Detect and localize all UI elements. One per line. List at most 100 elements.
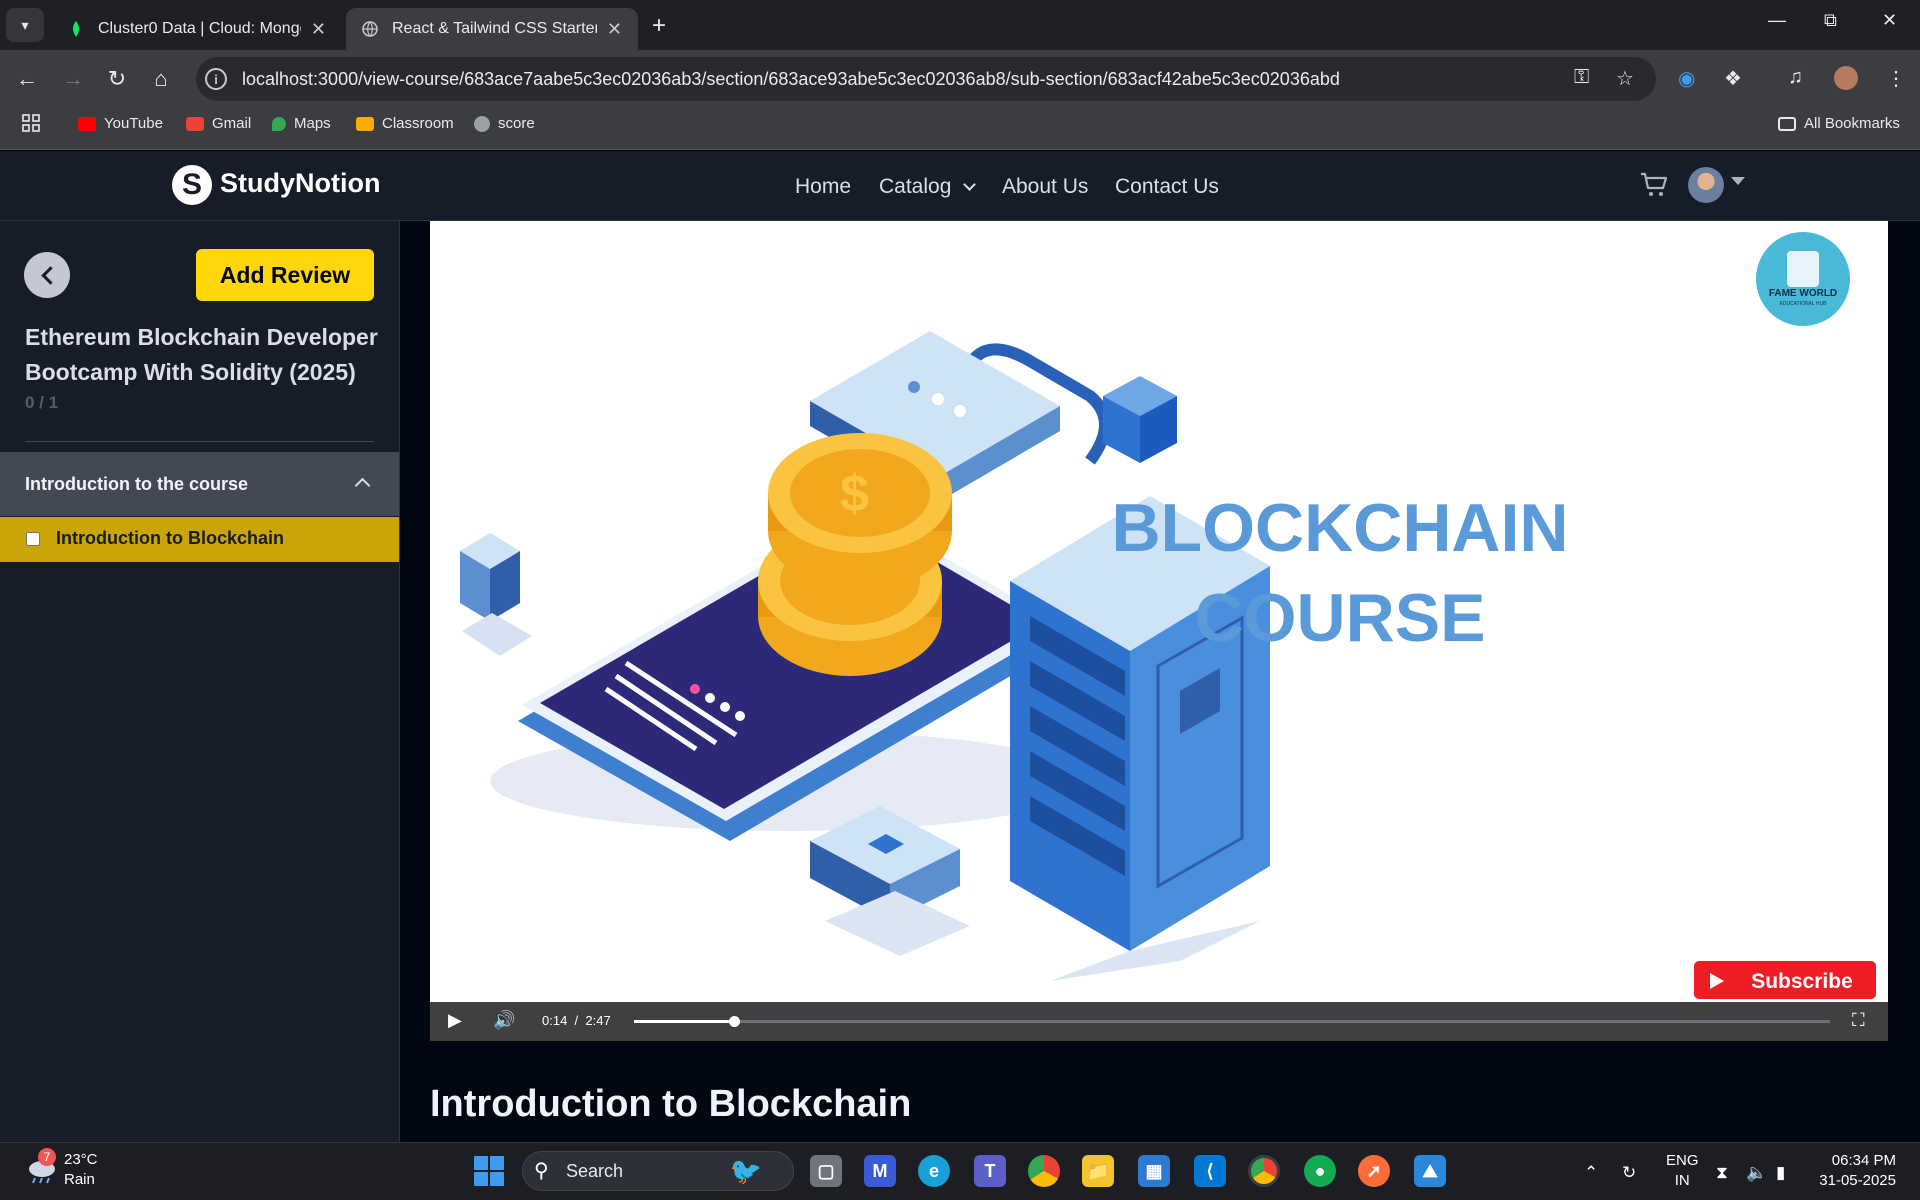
search-icon: ⚲ (534, 1160, 549, 1182)
new-tab-plus-icon[interactable]: + (652, 12, 666, 40)
url-text[interactable]: localhost:3000/view-course/683ace7aabe5c… (242, 69, 1340, 90)
bookmark-gmail[interactable]: Gmail (186, 115, 251, 132)
course-title: Ethereum Blockchain Developer Bootcamp W… (25, 324, 378, 385)
gmail-icon (186, 116, 204, 131)
task-view-icon[interactable]: ▢ (810, 1155, 842, 1187)
language-code: ENG (1666, 1152, 1699, 1169)
play-icon[interactable]: ▶ (448, 1010, 462, 1031)
lecture-title: Introduction to Blockchain (56, 528, 284, 548)
bookmark-score[interactable]: score (474, 115, 535, 132)
apps-grid-icon[interactable] (22, 114, 40, 132)
caret-down-icon[interactable] (1731, 177, 1745, 185)
fullscreen-icon[interactable]: ⛶ (1852, 1010, 1865, 1031)
page-scrollbar[interactable] (1888, 221, 1920, 1142)
bookmark-youtube[interactable]: YouTube (78, 115, 163, 132)
bookmark-star-icon[interactable]: ☆ (1616, 66, 1634, 91)
bookmark-classroom[interactable]: Classroom (356, 115, 454, 132)
add-review-button[interactable]: Add Review (196, 249, 374, 301)
tab-search-button[interactable]: ▾ (6, 8, 44, 42)
extension-shield-icon[interactable]: ◉ (1678, 66, 1695, 91)
chevron-down-icon (963, 178, 977, 191)
bookmark-maps[interactable]: Maps (272, 115, 331, 132)
mongodb-compass-icon[interactable]: ● (1304, 1155, 1336, 1187)
browser-tab-active[interactable]: React & Tailwind CSS Starter Pack ✕ (346, 8, 638, 50)
nav-catalog-label: Catalog (879, 175, 952, 198)
mongodb-leaf-icon (68, 21, 84, 37)
bookmark-label: YouTube (104, 115, 163, 132)
logo-text[interactable]: StudyNotion (220, 168, 380, 199)
minimize-icon[interactable]: — (1768, 10, 1786, 31)
speaker-icon[interactable]: 🔈 (1746, 1163, 1767, 1183)
microsoft-store-icon[interactable]: ▦ (1138, 1155, 1170, 1187)
teams-icon[interactable]: T (974, 1155, 1006, 1187)
sidebar-divider (25, 441, 374, 442)
bookmark-label: Gmail (212, 115, 252, 132)
forward-arrow-icon[interactable]: → (58, 66, 88, 92)
reload-icon[interactable]: ↻ (102, 66, 132, 92)
close-window-icon[interactable]: ✕ (1882, 10, 1897, 31)
photos-icon[interactable]: ⛰ (1414, 1155, 1446, 1187)
restore-icon[interactable]: ⧉ (1824, 10, 1837, 31)
seek-bar[interactable] (634, 1020, 1830, 1023)
chrome-active-icon[interactable] (1248, 1155, 1280, 1187)
chevron-up-tray-icon[interactable]: ⌃ (1584, 1163, 1598, 1183)
all-bookmarks[interactable]: All Bookmarks (1778, 115, 1900, 132)
nav-contact[interactable]: Contact Us (1115, 175, 1219, 199)
language-indicator[interactable]: ENG IN (1666, 1151, 1699, 1191)
channel-badge-tagline: EDUCATIONAL HUB (1780, 301, 1828, 307)
extensions-puzzle-icon[interactable]: ❖ (1724, 66, 1742, 91)
weather-badge: 7 (38, 1148, 56, 1166)
battery-icon[interactable]: ▮ (1776, 1163, 1785, 1183)
seek-handle[interactable] (729, 1016, 740, 1027)
globe-icon (474, 115, 490, 132)
search-highlight-birds-icon[interactable]: 🐦 (730, 1155, 762, 1187)
duration: 2:47 (585, 1013, 611, 1028)
user-avatar[interactable] (1688, 167, 1724, 203)
logo-icon[interactable]: S (172, 165, 212, 205)
maps-pin-icon (272, 116, 286, 131)
tab-title: React & Tailwind CSS Starter Pack (392, 20, 597, 37)
site-info-icon[interactable]: i (205, 68, 227, 90)
video-time: 0:14 / 2:47 (542, 1013, 611, 1028)
nav-catalog[interactable]: Catalog (879, 175, 977, 199)
video-title-line2: COURSE (1195, 580, 1486, 656)
weather-description[interactable]: Rain (64, 1171, 95, 1188)
windows-start-icon[interactable] (474, 1156, 504, 1186)
tab-title: Cluster0 Data | Cloud: MongoDB (98, 20, 301, 37)
close-tab-icon[interactable]: ✕ (607, 19, 622, 40)
close-tab-icon[interactable]: ✕ (311, 19, 326, 40)
weather-temperature[interactable]: 23°C (64, 1151, 98, 1168)
password-key-icon[interactable]: ⚿ (1574, 66, 1589, 89)
vscode-icon[interactable]: ⟨ (1194, 1155, 1226, 1187)
browser-tab-mongodb[interactable]: Cluster0 Data | Cloud: MongoDB ✕ (52, 8, 342, 50)
clock-time: 06:34 PM (1831, 1152, 1896, 1169)
file-explorer-icon[interactable]: 📁 (1082, 1155, 1114, 1187)
wifi-icon[interactable]: ⧗ (1716, 1163, 1728, 1183)
lecture-complete-checkbox[interactable] (26, 532, 40, 546)
edge-icon[interactable]: e (918, 1155, 950, 1187)
sync-icon[interactable]: ↻ (1622, 1163, 1636, 1183)
region-code: IN (1674, 1172, 1690, 1189)
home-icon[interactable]: ⌂ (146, 66, 176, 92)
media-controls-icon[interactable]: ♫ (1788, 66, 1803, 89)
taskbar-search-label: Search (566, 1161, 624, 1181)
cart-icon[interactable] (1640, 172, 1668, 203)
globe-icon (362, 21, 378, 37)
volume-icon[interactable]: 🔊 (493, 1010, 515, 1031)
nav-home[interactable]: Home (795, 175, 851, 199)
course-progress: 0 / 1 (25, 393, 59, 412)
nav-about[interactable]: About Us (1002, 175, 1088, 199)
clock-date: 31-05-2025 (1819, 1172, 1896, 1189)
bookmark-label: Classroom (382, 115, 454, 132)
youtube-icon (78, 116, 96, 131)
app-icon-editor[interactable]: M (864, 1155, 896, 1187)
back-arrow-icon[interactable]: ← (12, 66, 42, 92)
video-player[interactable]: $ BLOCKCHAIN COURSE FAME WORLD EDUCATION… (430, 221, 1888, 1041)
back-button[interactable] (24, 252, 70, 298)
browser-menu-icon[interactable]: ⋮ (1886, 66, 1906, 91)
chrome-icon[interactable] (1028, 1155, 1060, 1187)
postman-icon[interactable]: ➚ (1358, 1155, 1390, 1187)
system-clock[interactable]: 06:34 PM 31-05-2025 (1816, 1151, 1896, 1191)
section-title: Introduction to the course (25, 474, 248, 494)
profile-avatar-icon[interactable] (1834, 66, 1858, 90)
